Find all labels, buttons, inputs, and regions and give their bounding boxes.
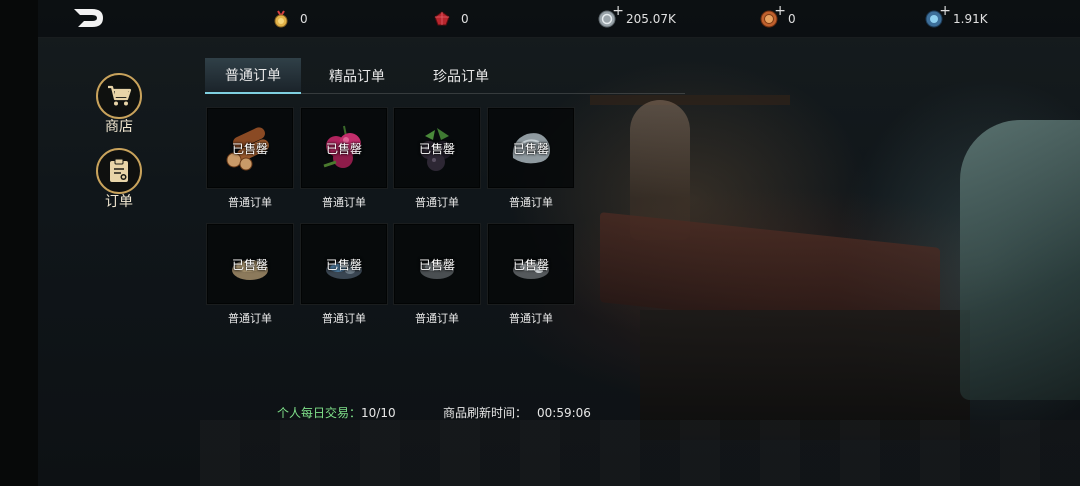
order-item-frame: 已售罄 xyxy=(300,107,388,189)
order-item-frame: 已售罄 xyxy=(393,223,481,305)
order-type-label: 普通订单 xyxy=(509,196,553,209)
order-slot[interactable]: 已售罄 普通订单 xyxy=(393,107,481,210)
refresh-timer-value: 00:59:06 xyxy=(537,406,591,420)
order-slot[interactable]: 已售罄 普通订单 xyxy=(206,223,294,326)
order-item-frame: 已售罄 xyxy=(300,223,388,305)
order-item-frame: 已售罄 xyxy=(487,223,575,305)
order-type-label: 普通订单 xyxy=(322,196,366,209)
sold-out-label: 已售罄 xyxy=(512,258,549,272)
order-clipboard-icon xyxy=(110,158,128,182)
order-item-frame: 已售罄 xyxy=(206,223,294,305)
daily-trade-count: 10/10 xyxy=(361,406,396,420)
sold-out-label: 已售罄 xyxy=(418,142,455,156)
sidebar-orders-button[interactable]: 订单 xyxy=(89,148,149,210)
background-floor xyxy=(200,420,1080,486)
resource-value: 0 xyxy=(300,12,308,26)
refresh-timer-label: 商品刷新时间： xyxy=(443,406,528,420)
order-type-label: 普通订单 xyxy=(228,196,272,209)
bronze-coin-icon: + xyxy=(760,4,786,28)
order-slot[interactable]: 已售罄 普通订单 xyxy=(206,107,294,210)
sold-out-label: 已售罄 xyxy=(418,258,455,272)
order-item-frame: 已售罄 xyxy=(393,107,481,189)
resource-value: 205.07K xyxy=(626,12,676,26)
sidebar-shop-button[interactable]: 商店 xyxy=(89,73,149,135)
background-window xyxy=(960,120,1080,400)
order-item-frame: 已售罄 xyxy=(487,107,575,189)
sold-out-label: 已售罄 xyxy=(231,258,268,272)
resource-value: 0 xyxy=(461,12,469,26)
resource-blue-crystal[interactable]: + 1.91K xyxy=(925,4,988,29)
resource-silver-coin[interactable]: + 205.07K xyxy=(598,4,676,29)
tab-rare-orders[interactable]: 珍品订单 xyxy=(413,58,509,94)
order-slot[interactable]: 已售罄 普通订单 xyxy=(300,107,388,210)
order-type-label: 普通订单 xyxy=(322,312,366,325)
order-type-label: 普通订单 xyxy=(415,196,459,209)
silver-coin-icon: + xyxy=(598,4,624,28)
background-shelf xyxy=(590,95,790,105)
resource-value: 0 xyxy=(788,12,796,26)
left-edge-shadow xyxy=(0,0,38,486)
back-button[interactable] xyxy=(72,7,106,29)
order-item-frame: 已售罄 xyxy=(206,107,294,189)
sold-out-label: 已售罄 xyxy=(325,142,362,156)
sold-out-label: 已售罄 xyxy=(231,142,268,156)
order-slot[interactable]: 已售罄 普通订单 xyxy=(300,223,388,326)
sold-out-label: 已售罄 xyxy=(325,258,362,272)
orders-label: 订单 xyxy=(105,194,133,210)
blue-crystal-icon: + xyxy=(925,4,951,28)
refresh-timer-info: 商品刷新时间： 00:59:06 xyxy=(443,404,591,421)
order-slot[interactable]: 已售罄 普通订单 xyxy=(393,223,481,326)
red-gem-icon xyxy=(433,10,451,28)
resource-red-gem: 0 xyxy=(433,9,469,29)
order-tabs: 普通订单 精品订单 珍品订单 xyxy=(205,58,685,94)
order-type-label: 普通订单 xyxy=(415,312,459,325)
order-type-label: 普通订单 xyxy=(228,312,272,325)
daily-trade-info: 个人每日交易：10/10 xyxy=(277,404,396,421)
order-slot[interactable]: 已售罄 普通订单 xyxy=(487,223,575,326)
back-arrow-icon xyxy=(74,9,103,27)
gold-medal-icon xyxy=(272,10,290,28)
plus-icon[interactable]: + xyxy=(774,4,786,18)
shop-label: 商店 xyxy=(105,119,133,135)
resource-value: 1.91K xyxy=(953,12,988,26)
resource-bronze-coin[interactable]: + 0 xyxy=(760,4,796,29)
order-type-label: 普通订单 xyxy=(509,312,553,325)
plus-icon[interactable]: + xyxy=(939,4,951,18)
order-slot[interactable]: 已售罄 普通订单 xyxy=(487,107,575,210)
tab-premium-orders[interactable]: 精品订单 xyxy=(309,58,405,94)
top-resource-bar: 0 0 + 205.07K + 0 + 1.91K xyxy=(38,0,1080,38)
sold-out-label: 已售罄 xyxy=(512,142,549,156)
plus-icon[interactable]: + xyxy=(612,4,624,18)
daily-trade-label: 个人每日交易： xyxy=(277,406,362,420)
orders-button-circle xyxy=(96,148,142,194)
shop-button-circle xyxy=(96,73,142,119)
resource-gold-medal: 0 xyxy=(272,9,308,29)
shopping-cart-icon xyxy=(108,85,132,106)
tab-regular-orders[interactable]: 普通订单 xyxy=(205,58,301,94)
